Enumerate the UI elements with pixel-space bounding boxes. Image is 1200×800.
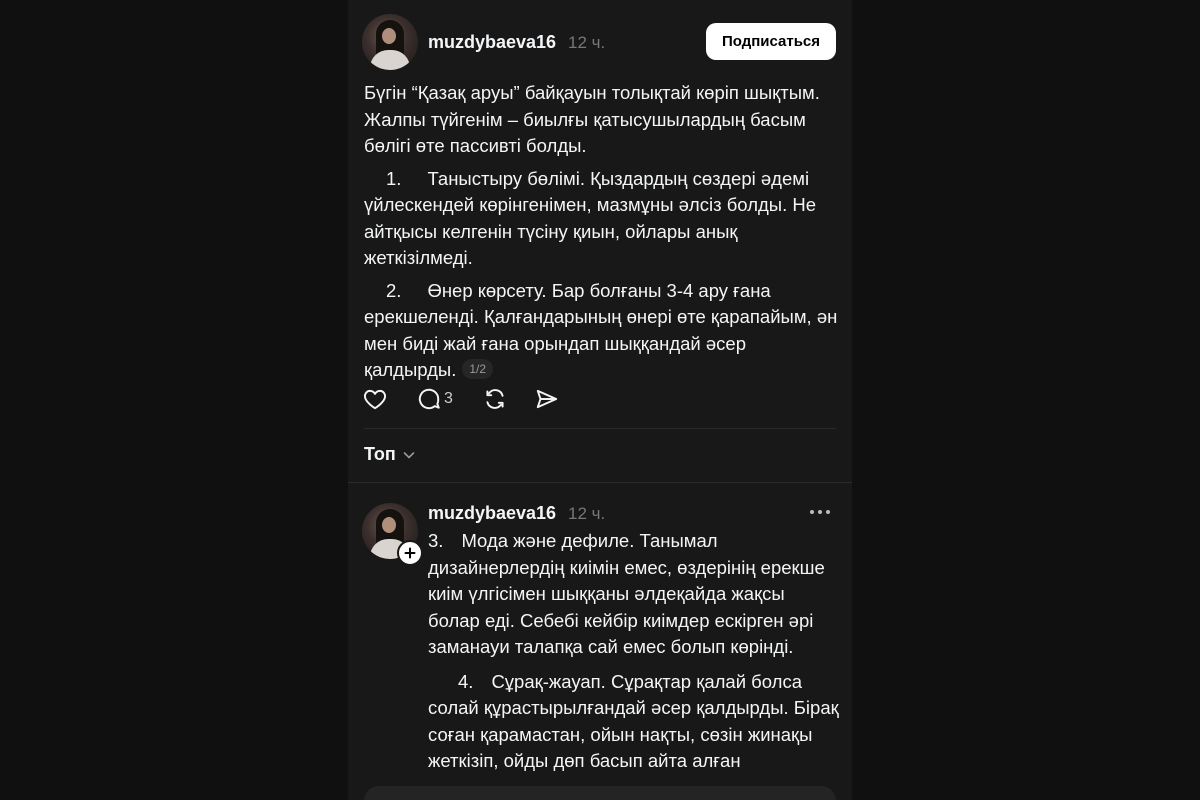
list-item: 3. Мода және дефиле. Танымал дизайнерлерд…: [428, 528, 840, 661]
reply-time: 12 ч.: [568, 504, 606, 523]
like-button[interactable]: [362, 384, 388, 414]
reply-username[interactable]: muzdybaeva16: [428, 503, 556, 524]
post-username[interactable]: muzdybaeva16: [428, 32, 556, 53]
list-text: Таныстыру бөлімі. Қыздардың сөздері әдем…: [364, 167, 817, 269]
reply-composer-bar[interactable]: [364, 786, 836, 800]
list-number: 4.: [458, 670, 474, 692]
threads-feed: muzdybaeva16 12 ч. Подписаться Бүгін “Қа…: [348, 0, 852, 800]
post-time: 12 ч.: [568, 33, 606, 52]
list-text: Өнер көрсету. Бар болғаны 3-4 ару ғана е…: [364, 279, 838, 381]
list-item: 4. Сұрақ-жауап. Сұрақтар қалай болса сола…: [428, 669, 840, 775]
chevron-down-icon: [403, 451, 415, 459]
sort-dropdown[interactable]: Топ: [364, 444, 416, 465]
send-icon: [536, 389, 558, 409]
list-number: 3.: [428, 530, 444, 551]
post-body: Бүгін “Қазақ аруы” байқауын толықтай көр…: [364, 80, 840, 384]
page-indicator: 1/2: [462, 359, 494, 379]
follow-button[interactable]: Подписаться: [706, 23, 836, 60]
divider: [348, 482, 852, 483]
list-text: Сұрақ-жауап. Сұрақтар қалай болса солай …: [428, 670, 839, 772]
follow-plus-button[interactable]: [397, 540, 423, 566]
divider: [364, 428, 836, 429]
list-item: 2. Өнер көрсету. Бар болғаны 3-4 ару ғана…: [364, 278, 840, 384]
reply-body: 3. Мода және дефиле. Танымал дизайнерлерд…: [428, 528, 840, 779]
more-icon: [810, 510, 830, 514]
comment-button[interactable]: 3: [416, 384, 453, 414]
more-button[interactable]: [808, 502, 832, 522]
list-item: 1. Таныстыру бөлімі. Қыздардың сөздері әд…: [364, 166, 840, 272]
sort-label: Топ: [364, 444, 396, 464]
list-text: Мода және дефиле. Танымал дизайнерлердің…: [428, 530, 825, 657]
heart-icon: [364, 389, 386, 410]
share-button[interactable]: [534, 384, 560, 414]
plus-icon: [404, 547, 416, 559]
list-number: 1.: [386, 167, 402, 189]
comment-count: 3: [444, 390, 453, 407]
comment-icon: [418, 388, 440, 410]
post-intro: Бүгін “Қазақ аруы” байқауын толықтай көр…: [364, 82, 820, 156]
repost-icon: [486, 389, 504, 409]
post-avatar[interactable]: [362, 14, 418, 70]
list-number: 2.: [386, 279, 402, 301]
repost-button[interactable]: [482, 384, 508, 414]
